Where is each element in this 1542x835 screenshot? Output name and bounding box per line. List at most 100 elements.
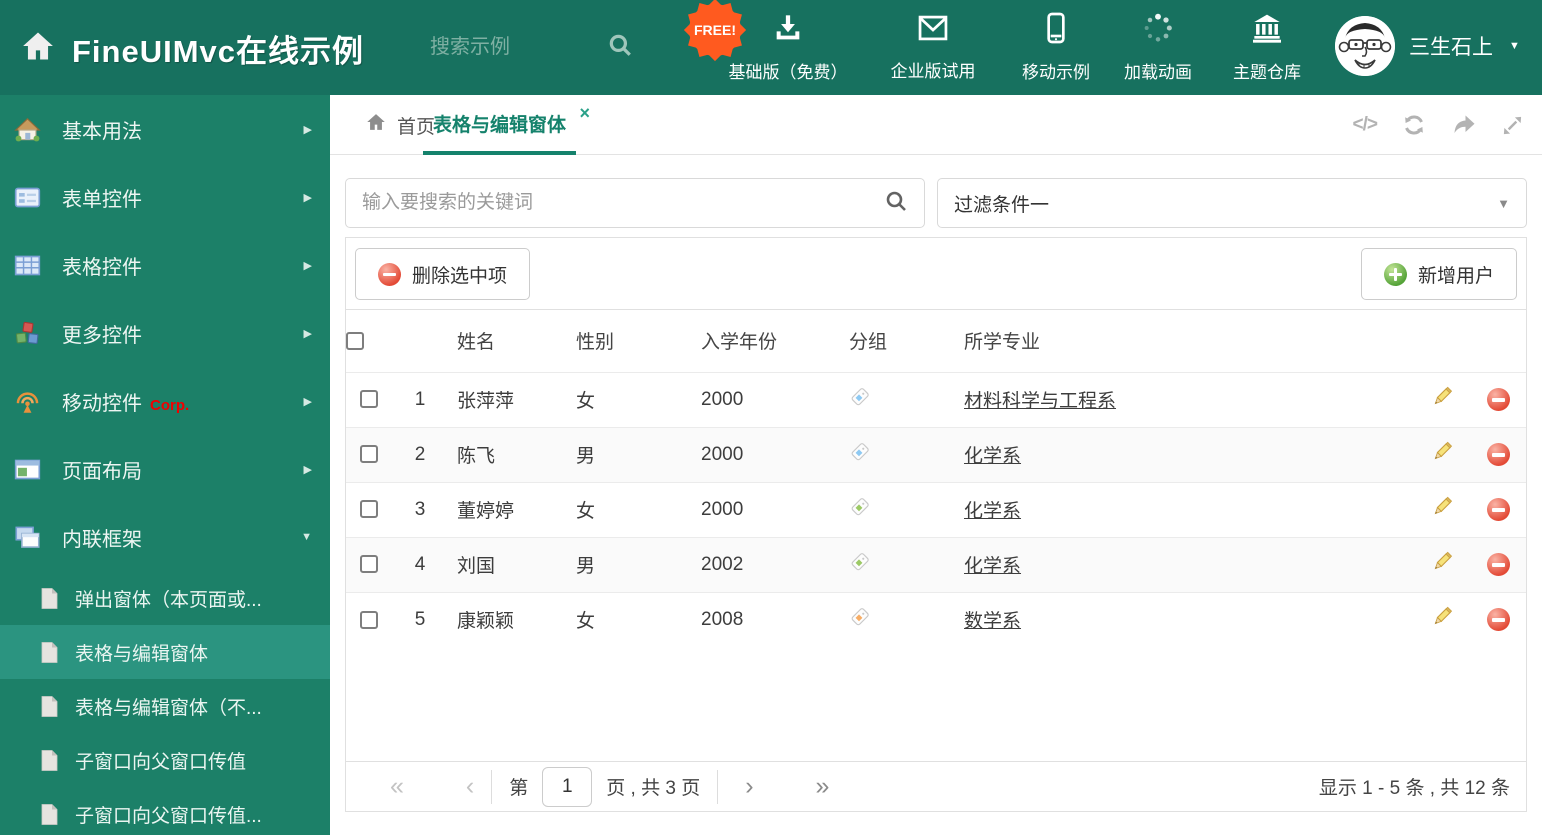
grid-panel: 删除选中项 新增用户 姓名 性别 入学年份 分组 所学专业 1 张萍萍 女 20… <box>345 237 1527 812</box>
user-caret-icon: ▼ <box>1509 40 1520 52</box>
search-icon[interactable] <box>607 32 633 63</box>
tab-bar: 首页 表格与编辑窗体 × </> <box>330 95 1542 155</box>
edit-pencil-icon[interactable] <box>1430 550 1454 580</box>
close-icon[interactable]: × <box>579 104 590 122</box>
chevron-right-icon: ▶ <box>303 463 312 476</box>
spinner-icon <box>1142 12 1174 49</box>
plus-circle-icon <box>1383 262 1407 286</box>
next-page-icon[interactable]: › <box>745 774 753 799</box>
chevron-right-icon: ▶ <box>303 395 312 408</box>
enroll-year: 2008 <box>696 591 844 647</box>
filter-value: 过滤条件一 <box>954 194 1050 216</box>
share-icon[interactable] <box>1451 114 1476 136</box>
sidebar-subitem[interactable]: 表格与编辑窗体 <box>0 625 330 679</box>
column-gender: 性别 <box>576 332 615 354</box>
sidebar-subitem[interactable]: 子窗口向父窗口传值... <box>0 787 330 835</box>
major-link[interactable]: 化学系 <box>964 556 1021 577</box>
major-link[interactable]: 数学系 <box>964 611 1021 632</box>
row-checkbox[interactable] <box>359 610 378 629</box>
page-number-input[interactable] <box>542 766 593 807</box>
header-nav-label: 主题仓库 <box>1233 63 1301 82</box>
column-name: 姓名 <box>457 332 496 354</box>
row-number: 3 <box>391 481 449 537</box>
grid-toolbar: 删除选中项 新增用户 <box>346 238 1526 310</box>
delete-row-icon[interactable] <box>1486 388 1510 411</box>
edit-pencil-icon[interactable] <box>1430 440 1454 470</box>
record-count-summary: 显示 1 - 5 条 , 共 12 条 <box>1318 778 1510 799</box>
add-user-button[interactable]: 新增用户 <box>1360 248 1517 300</box>
home-tab-icon <box>365 112 387 138</box>
edit-pencil-icon[interactable] <box>1430 385 1454 415</box>
layout-icon <box>14 456 41 483</box>
major-link[interactable]: 材料科学与工程系 <box>964 391 1116 412</box>
main-content: 首页 表格与编辑窗体 × </> 输入要搜索的关键词 过滤条件一 ▼ 删除选中项… <box>330 95 1542 835</box>
sidebar-item[interactable]: 更多控件 ▶ <box>0 299 330 367</box>
keyword-search-input[interactable] <box>362 192 884 214</box>
sidebar-item-label: 内联框架 <box>62 528 142 551</box>
prev-page-icon[interactable]: ‹ <box>466 774 474 799</box>
major-link[interactable]: 化学系 <box>964 501 1021 522</box>
envelope-icon <box>916 13 950 48</box>
chevron-right-icon: ▶ <box>303 123 312 136</box>
chevron-right-icon: ▶ <box>303 259 312 272</box>
group-tag-icon <box>849 497 871 523</box>
select-all-checkbox[interactable] <box>346 331 364 350</box>
app-window: FineUIMvc在线示例 FREE! 基础版（免费）企业版试用移动示例加载动画… <box>0 0 1542 835</box>
header-nav-item[interactable]: 主题仓库 <box>1212 0 1322 95</box>
header-search-input[interactable] <box>430 36 585 59</box>
table-row: 1 张萍萍 女 2000 材料科学与工程系 <box>346 371 1526 427</box>
file-icon <box>41 749 58 771</box>
header-nav-item[interactable]: 基础版（免费） <box>718 0 858 95</box>
sidebar-item[interactable]: 页面布局 ▶ <box>0 435 330 503</box>
header-nav-item[interactable]: 企业版试用 <box>858 0 1008 95</box>
row-checkbox[interactable] <box>359 390 378 409</box>
filter-dropdown[interactable]: 过滤条件一 ▼ <box>937 178 1527 228</box>
header-nav-item[interactable]: 移动示例 <box>1008 0 1104 95</box>
delete-row-icon[interactable] <box>1486 608 1510 632</box>
sidebar-subitem-label: 表格与编辑窗体 <box>75 643 209 665</box>
sidebar-subitem[interactable]: 子窗口向父窗口传值 <box>0 733 330 787</box>
enroll-year: 2002 <box>696 536 844 592</box>
sidebar-item[interactable]: 移动控件 Corp. ▶ <box>0 367 330 435</box>
student-gender: 女 <box>571 371 696 427</box>
student-name: 康颖颖 <box>449 591 571 647</box>
row-number: 1 <box>391 371 449 427</box>
edit-pencil-icon[interactable] <box>1430 495 1454 525</box>
brand[interactable]: FineUIMvc在线示例 <box>20 26 364 71</box>
sidebar-item[interactable]: 表单控件 ▶ <box>0 163 330 231</box>
tab-grid-edit-window[interactable]: 表格与编辑窗体 × <box>423 95 590 155</box>
row-checkbox[interactable] <box>359 445 378 464</box>
delete-row-icon[interactable] <box>1486 498 1510 521</box>
home-icon <box>20 29 56 68</box>
first-page-icon[interactable]: « <box>390 774 404 799</box>
student-gender: 女 <box>571 591 696 647</box>
student-gender: 男 <box>571 536 696 592</box>
sidebar-subitem[interactable]: 表格与编辑窗体（不... <box>0 679 330 733</box>
search-icon[interactable] <box>884 189 908 218</box>
chevron-right-icon: ▶ <box>303 327 312 340</box>
pager-divider <box>491 769 493 804</box>
user-menu[interactable]: 三生石上 ▼ <box>1335 16 1520 76</box>
user-name: 三生石上 <box>1409 36 1493 59</box>
edit-pencil-icon[interactable] <box>1430 605 1454 635</box>
delete-selected-button[interactable]: 删除选中项 <box>355 248 531 300</box>
header-nav-label: 移动示例 <box>1022 63 1090 82</box>
header-nav-item[interactable]: 加载动画 <box>1104 0 1212 95</box>
sidebar-item[interactable]: 基本用法 ▶ <box>0 95 330 163</box>
bank-icon <box>1250 12 1284 49</box>
major-link[interactable]: 化学系 <box>964 446 1021 467</box>
sidebar-subitem[interactable]: 弹出窗体（本页面或... <box>0 571 330 625</box>
minus-circle-icon <box>378 262 401 286</box>
delete-row-icon[interactable] <box>1486 443 1510 466</box>
refresh-icon[interactable] <box>1402 113 1426 137</box>
group-tag-icon <box>849 442 871 468</box>
sidebar-item[interactable]: 内联框架 ▼ <box>0 503 330 571</box>
sidebar-item[interactable]: 表格控件 ▶ <box>0 231 330 299</box>
delete-row-icon[interactable] <box>1486 553 1510 576</box>
row-checkbox[interactable] <box>359 500 378 519</box>
last-page-icon[interactable]: » <box>816 774 830 799</box>
row-checkbox[interactable] <box>359 555 378 574</box>
view-source-icon[interactable]: </> <box>1353 114 1379 136</box>
add-button-label: 新增用户 <box>1417 265 1494 287</box>
expand-icon[interactable] <box>1501 114 1524 137</box>
